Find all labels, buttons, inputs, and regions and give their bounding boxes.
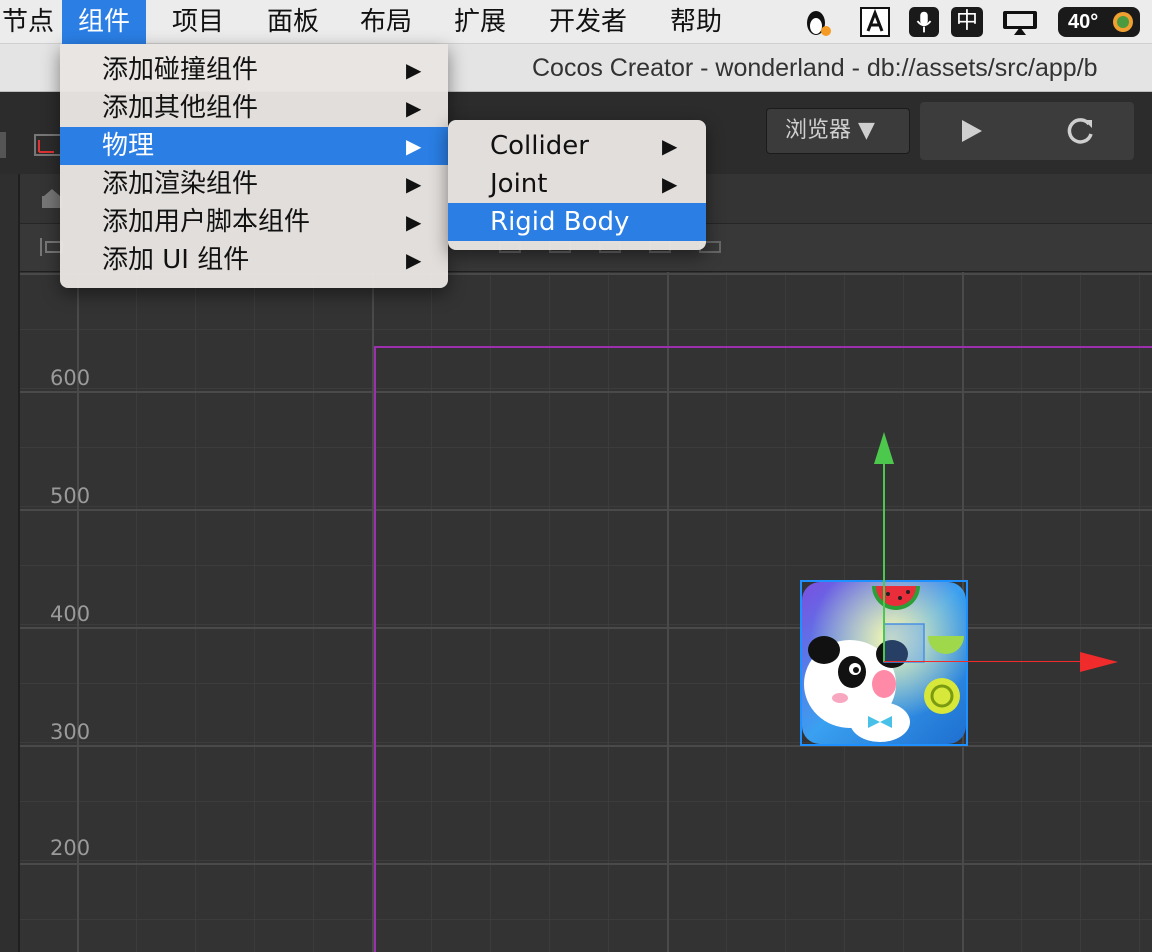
menu-item-label: Joint xyxy=(490,169,548,199)
scene-view[interactable]: 600 500 400 300 200 xyxy=(20,272,1152,952)
menu-item-add-ui[interactable]: 添加 UI 组件 ▶ xyxy=(60,241,448,279)
menu-component[interactable]: 组件 xyxy=(62,0,147,44)
menu-item-add-user-script[interactable]: 添加用户脚本组件 ▶ xyxy=(60,203,448,241)
menu-layout[interactable]: 布局 xyxy=(360,0,412,44)
toolbar-edge xyxy=(0,132,6,158)
temperature-text: 40° xyxy=(1068,11,1099,33)
y-axis-label: 200 xyxy=(50,836,91,860)
menu-help[interactable]: 帮助 xyxy=(670,0,722,44)
menu-item-add-render[interactable]: 添加渲染组件 ▶ xyxy=(60,165,448,203)
chevron-right-icon: ▶ xyxy=(406,172,422,196)
run-controls xyxy=(920,102,1134,160)
play-icon[interactable] xyxy=(948,116,996,146)
menu-bar: 节点 组件 项目 面板 布局 扩展 开发者 帮助 中 40° xyxy=(0,0,1152,44)
menu-item-label: 添加渲染组件 xyxy=(102,169,259,199)
menu-extension[interactable]: 扩展 xyxy=(454,0,506,44)
chevron-right-icon: ▶ xyxy=(406,134,422,158)
status-circle-icon xyxy=(1113,12,1133,32)
menu-item-collider[interactable]: Collider ▶ xyxy=(448,127,706,165)
temperature-widget[interactable]: 40° xyxy=(1058,7,1140,37)
menu-item-add-other[interactable]: 添加其他组件 ▶ xyxy=(60,89,448,127)
menu-item-physics[interactable]: 物理 ▶ xyxy=(60,127,448,165)
component-menu: 添加碰撞组件 ▶ 添加其他组件 ▶ 物理 ▶ 添加渲染组件 ▶ 添加用户脚本组件… xyxy=(60,44,448,288)
chevron-right-icon: ▶ xyxy=(406,248,422,272)
menu-panel[interactable]: 面板 xyxy=(267,0,319,44)
y-axis-label: 300 xyxy=(50,720,91,744)
menu-item-label: 添加用户脚本组件 xyxy=(102,207,311,237)
menu-project[interactable]: 项目 xyxy=(172,0,224,44)
physics-submenu: Collider ▶ Joint ▶ Rigid Body xyxy=(448,120,706,250)
menu-item-label: 物理 xyxy=(102,131,155,161)
menu-item-label: 添加碰撞组件 xyxy=(102,55,259,85)
chevron-right-icon: ▶ xyxy=(662,172,678,196)
refresh-icon[interactable] xyxy=(1060,114,1100,148)
menu-item-add-collider[interactable]: 添加碰撞组件 ▶ xyxy=(60,51,448,89)
hierarchy-panel-edge xyxy=(0,174,20,952)
y-axis-label: 400 xyxy=(50,602,91,626)
adobe-icon[interactable] xyxy=(860,7,890,37)
menu-item-label: Collider xyxy=(490,131,589,161)
preview-platform-select[interactable]: 浏览器 ▼ xyxy=(766,108,910,154)
move-gizmo[interactable] xyxy=(860,422,1130,662)
transform-tool-icon[interactable] xyxy=(34,134,62,156)
menu-item-label: 添加 UI 组件 xyxy=(102,245,250,275)
x-axis-arrow-icon[interactable] xyxy=(1080,650,1120,674)
y-axis-label: 600 xyxy=(50,366,91,390)
airplay-display-icon[interactable] xyxy=(1000,7,1040,37)
chevron-right-icon: ▶ xyxy=(662,134,678,158)
y-axis-label: 500 xyxy=(50,484,91,508)
qq-penguin-icon[interactable] xyxy=(800,7,836,37)
chevron-right-icon: ▶ xyxy=(406,210,422,234)
menu-developer[interactable]: 开发者 xyxy=(549,0,627,44)
microphone-icon[interactable] xyxy=(908,7,940,37)
menu-item-label: Rigid Body xyxy=(490,207,630,237)
chevron-right-icon: ▶ xyxy=(406,96,422,120)
window-title: Cocos Creator - wonderland - db://assets… xyxy=(532,54,1098,82)
menu-item-label: 添加其他组件 xyxy=(102,93,259,123)
menu-item-joint[interactable]: Joint ▶ xyxy=(448,165,706,203)
menu-node[interactable]: 节点 xyxy=(0,0,60,44)
input-method-indicator[interactable]: 中 xyxy=(951,7,983,37)
y-axis-arrow-icon xyxy=(874,432,894,464)
chevron-right-icon: ▶ xyxy=(406,58,422,82)
menu-item-rigid-body[interactable]: Rigid Body xyxy=(448,203,706,241)
